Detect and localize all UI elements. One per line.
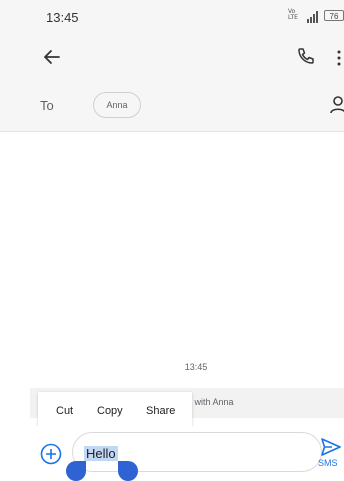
network-type: Vo LTE bbox=[288, 9, 298, 21]
share-menu-item[interactable]: Share bbox=[146, 405, 175, 417]
arrow-back-icon[interactable] bbox=[40, 46, 62, 68]
recipient-row: To Anna bbox=[0, 84, 344, 128]
message-input-text[interactable]: Hello bbox=[84, 446, 118, 461]
phone-icon[interactable] bbox=[296, 46, 316, 66]
more-vert-icon[interactable] bbox=[336, 50, 342, 66]
send-sms-label[interactable]: SMS bbox=[318, 458, 338, 468]
status-bar: 13:45 Vo LTE 76 bbox=[0, 0, 344, 32]
app-bar bbox=[0, 32, 344, 84]
lte-label: LTE bbox=[288, 14, 298, 21]
add-circle-icon[interactable] bbox=[40, 443, 62, 465]
cut-menu-item[interactable]: Cut bbox=[56, 405, 73, 417]
recipient-chip[interactable]: Anna bbox=[93, 92, 141, 118]
battery-icon: 76 bbox=[324, 10, 344, 21]
message-timestamp: 13:45 bbox=[184, 362, 208, 372]
person-add-icon[interactable] bbox=[330, 94, 344, 116]
selection-handle-end[interactable] bbox=[118, 461, 138, 481]
header-divider bbox=[0, 131, 344, 132]
signal-icon bbox=[306, 10, 320, 23]
to-label: To bbox=[40, 98, 54, 113]
status-time: 13:45 bbox=[46, 10, 79, 25]
selection-handle-start[interactable] bbox=[66, 461, 86, 481]
screen: 13:45 Vo LTE 76 To Anna 13:45 on with An… bbox=[0, 0, 344, 481]
copy-menu-item[interactable]: Copy bbox=[97, 405, 123, 417]
send-icon[interactable] bbox=[320, 437, 342, 457]
